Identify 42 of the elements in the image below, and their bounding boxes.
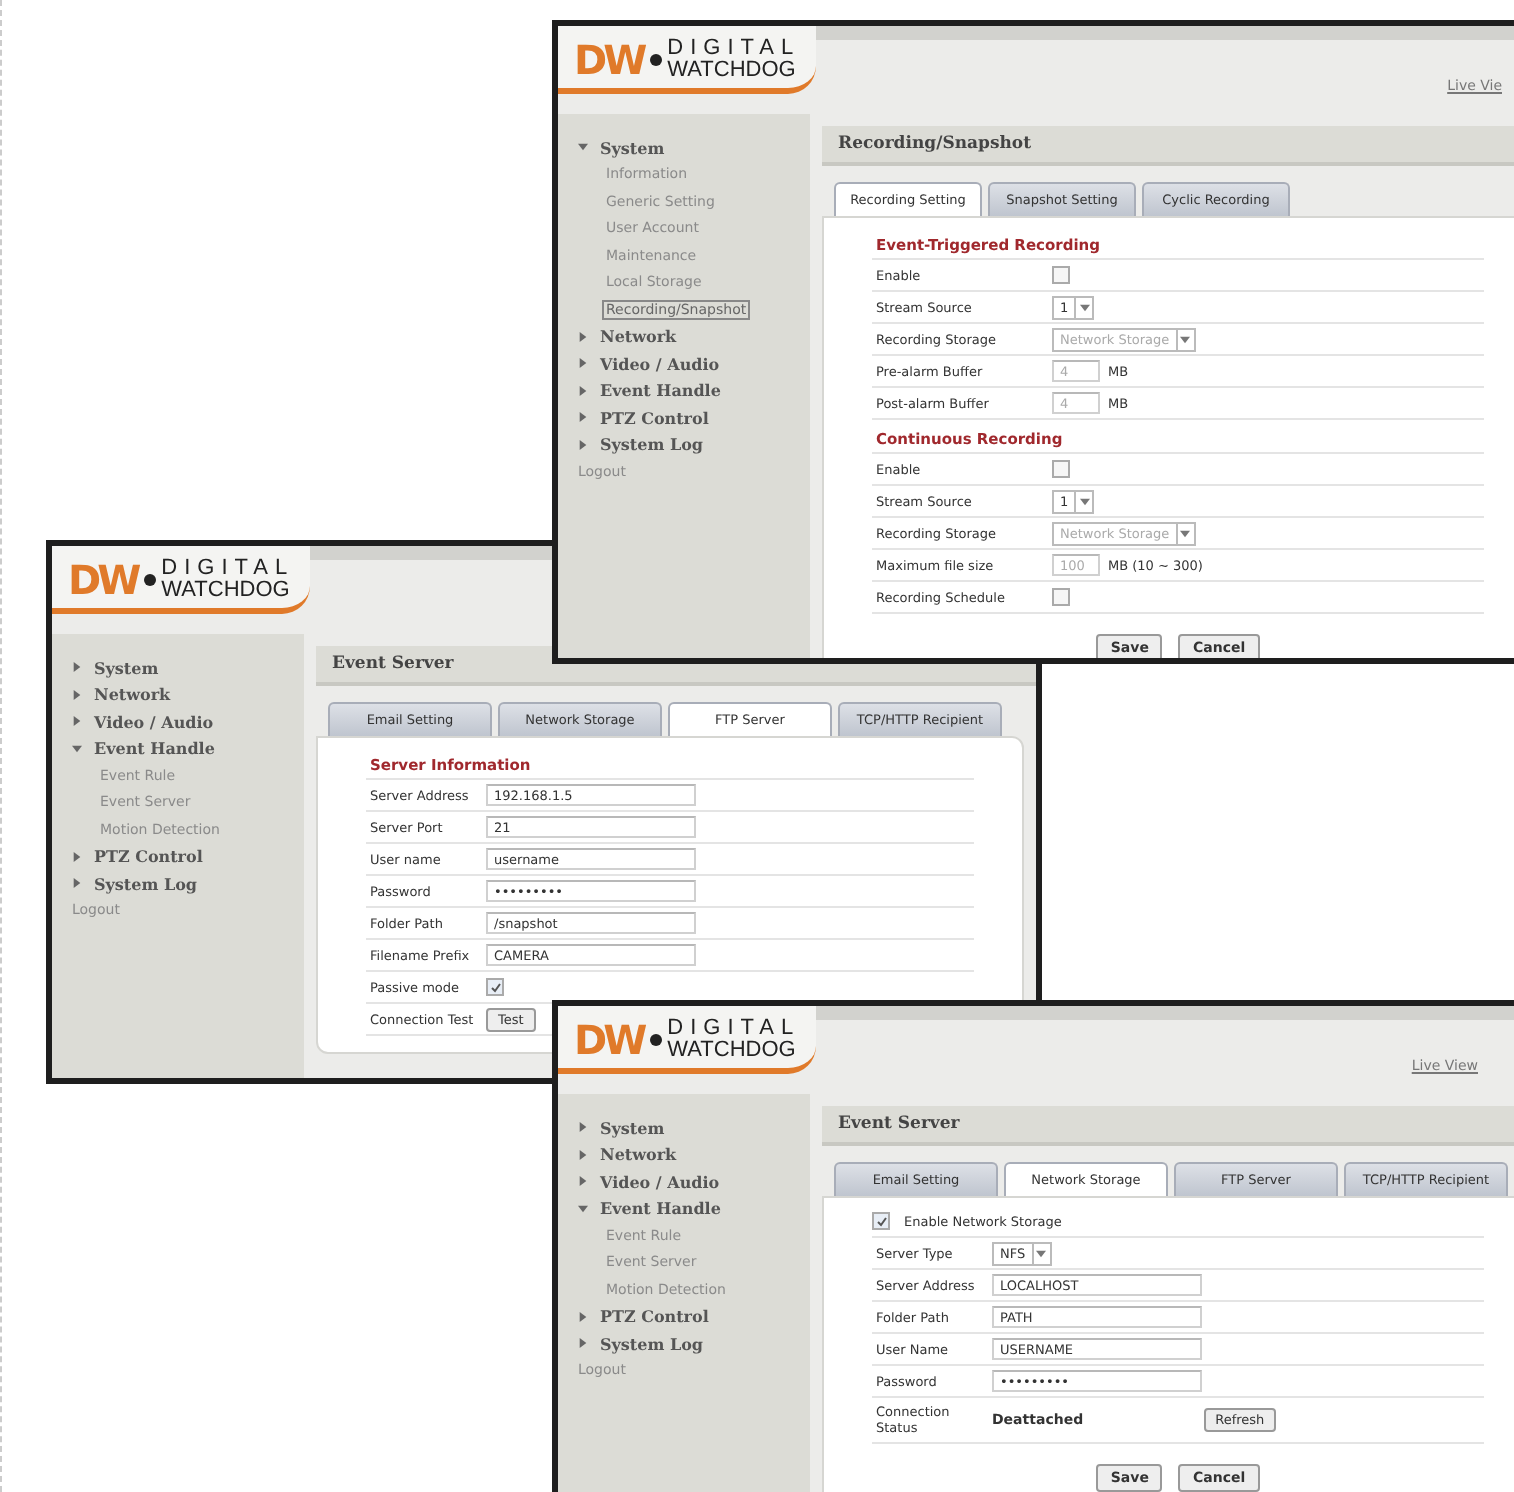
logo-mark: DW — [574, 1018, 644, 1062]
sidebar-item[interactable]: System Log — [94, 873, 198, 894]
dot-icon — [649, 1034, 662, 1046]
logo-mark: DW — [68, 558, 138, 602]
sidebar-item[interactable]: Video / Audio — [600, 353, 720, 374]
checkbox[interactable] — [1052, 588, 1070, 606]
logo-text: DIGITAL — [667, 1018, 801, 1040]
sidebar-item[interactable]: PTZ Control — [600, 407, 709, 428]
logo-text: DIGITAL — [667, 38, 801, 60]
sidebar-item[interactable]: System Log — [600, 1333, 704, 1354]
sidebar-item[interactable]: PTZ Control — [600, 1306, 709, 1327]
sidebar-item[interactable]: Network — [600, 1144, 677, 1165]
checkbox[interactable] — [1052, 266, 1070, 284]
dot-icon — [649, 54, 662, 66]
checkbox[interactable] — [1052, 460, 1070, 478]
sidebar-item[interactable]: Video / Audio — [94, 711, 214, 732]
caret-icon — [1079, 303, 1090, 311]
sidebar-item[interactable]: System — [94, 657, 159, 678]
sidebar-item[interactable]: System — [600, 1117, 665, 1138]
page-title: Recording/Snapshot — [822, 126, 1514, 166]
dot-icon — [143, 574, 156, 586]
checkbox[interactable] — [872, 1212, 890, 1230]
sidebar-item[interactable]: Network — [94, 684, 171, 705]
sidebar-item[interactable]: Event Handle — [600, 1198, 721, 1219]
sidebar-item[interactable]: System Log — [600, 434, 704, 455]
caret-icon — [1180, 529, 1191, 537]
logo-text: DIGITAL — [161, 558, 295, 580]
sidebar-item[interactable]: System — [600, 137, 665, 158]
caret-icon — [1180, 335, 1191, 343]
caret-icon — [1079, 497, 1090, 505]
caret-icon — [1036, 1249, 1047, 1257]
logo-text: WATCHDOG — [161, 580, 292, 602]
logo-text: WATCHDOG — [667, 60, 798, 82]
sidebar-item[interactable]: PTZ Control — [94, 846, 203, 867]
checkbox[interactable] — [486, 978, 504, 996]
sidebar-item[interactable]: Event Handle — [94, 738, 215, 759]
sidebar-item[interactable]: Event Handle — [600, 380, 721, 401]
sidebar-item[interactable]: Network — [600, 326, 677, 347]
page-title: Event Server — [822, 1106, 1514, 1146]
logo-mark: DW — [574, 38, 644, 82]
sidebar-item[interactable]: Video / Audio — [600, 1171, 720, 1192]
logo-text: WATCHDOG — [667, 1040, 798, 1062]
